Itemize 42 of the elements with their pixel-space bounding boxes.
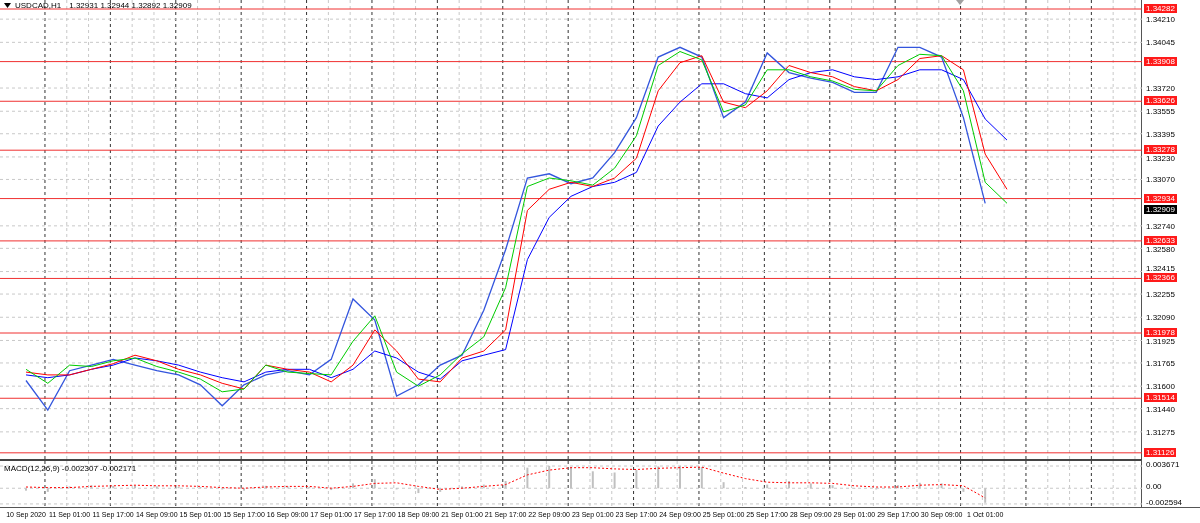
price-level-label: 1.33278 bbox=[1144, 145, 1177, 155]
axis-label: 1.33555 bbox=[1146, 107, 1175, 117]
chart-symbol: USDCAD,H1 bbox=[15, 1, 62, 10]
axis-label: 1.32740 bbox=[1146, 221, 1175, 231]
axis-label: 1.34210 bbox=[1146, 15, 1175, 25]
axis-label: 1.33070 bbox=[1146, 175, 1175, 185]
price-level-label: 1.33908 bbox=[1144, 56, 1177, 66]
axis-label: 1.31600 bbox=[1146, 382, 1175, 392]
price-level-label: 1.32934 bbox=[1144, 193, 1177, 203]
axis-label: 1.31275 bbox=[1146, 427, 1175, 437]
axis-label: 1.32090 bbox=[1146, 313, 1175, 323]
axis-label: 1.31440 bbox=[1146, 404, 1175, 414]
dropdown-triangle-icon[interactable] bbox=[4, 3, 11, 8]
price-level-label: 1.32633 bbox=[1144, 235, 1177, 245]
histogram-bar bbox=[831, 485, 834, 489]
axis-label: 1.33230 bbox=[1146, 154, 1175, 164]
histogram-bar bbox=[766, 484, 769, 489]
axis-label: 1.31925 bbox=[1146, 337, 1175, 346]
histogram-bar bbox=[330, 488, 333, 491]
axis-label: 1.32580 bbox=[1146, 244, 1175, 254]
histogram-bar bbox=[68, 486, 71, 489]
price-level-label: 1.34282 bbox=[1144, 4, 1177, 13]
axis-label: 0.00 bbox=[1146, 482, 1162, 492]
axis-label: 1.34045 bbox=[1146, 38, 1175, 48]
axis-label: 1.32415 bbox=[1146, 264, 1175, 274]
ohlc-values: 1.32931 1.32944 1.32892 1.32909 bbox=[69, 1, 192, 10]
price-level-label: 1.31514 bbox=[1144, 393, 1177, 403]
price-level-label: 1.31126 bbox=[1144, 447, 1177, 457]
axis-label: 1.32255 bbox=[1146, 290, 1175, 300]
axis-label: -0.002594 bbox=[1146, 497, 1183, 507]
indicator-label: MACD(12,26,9) -0.002307 -0.002171 bbox=[4, 464, 137, 473]
price-level-label: 1.31978 bbox=[1144, 328, 1177, 337]
axis-label: 1.33720 bbox=[1146, 84, 1175, 94]
histogram-bar bbox=[112, 485, 115, 489]
axis-label: 1.33395 bbox=[1146, 129, 1175, 139]
price-level-label: 1.32366 bbox=[1144, 273, 1177, 283]
histogram-bar bbox=[722, 482, 725, 489]
current-price-label: 1.32909 bbox=[1144, 205, 1177, 215]
triangle-icon[interactable] bbox=[956, 0, 964, 5]
price-level-label: 1.33626 bbox=[1144, 96, 1177, 106]
axis-label: 1.31765 bbox=[1146, 358, 1175, 368]
axis-label: 0.003671 bbox=[1146, 460, 1180, 469]
